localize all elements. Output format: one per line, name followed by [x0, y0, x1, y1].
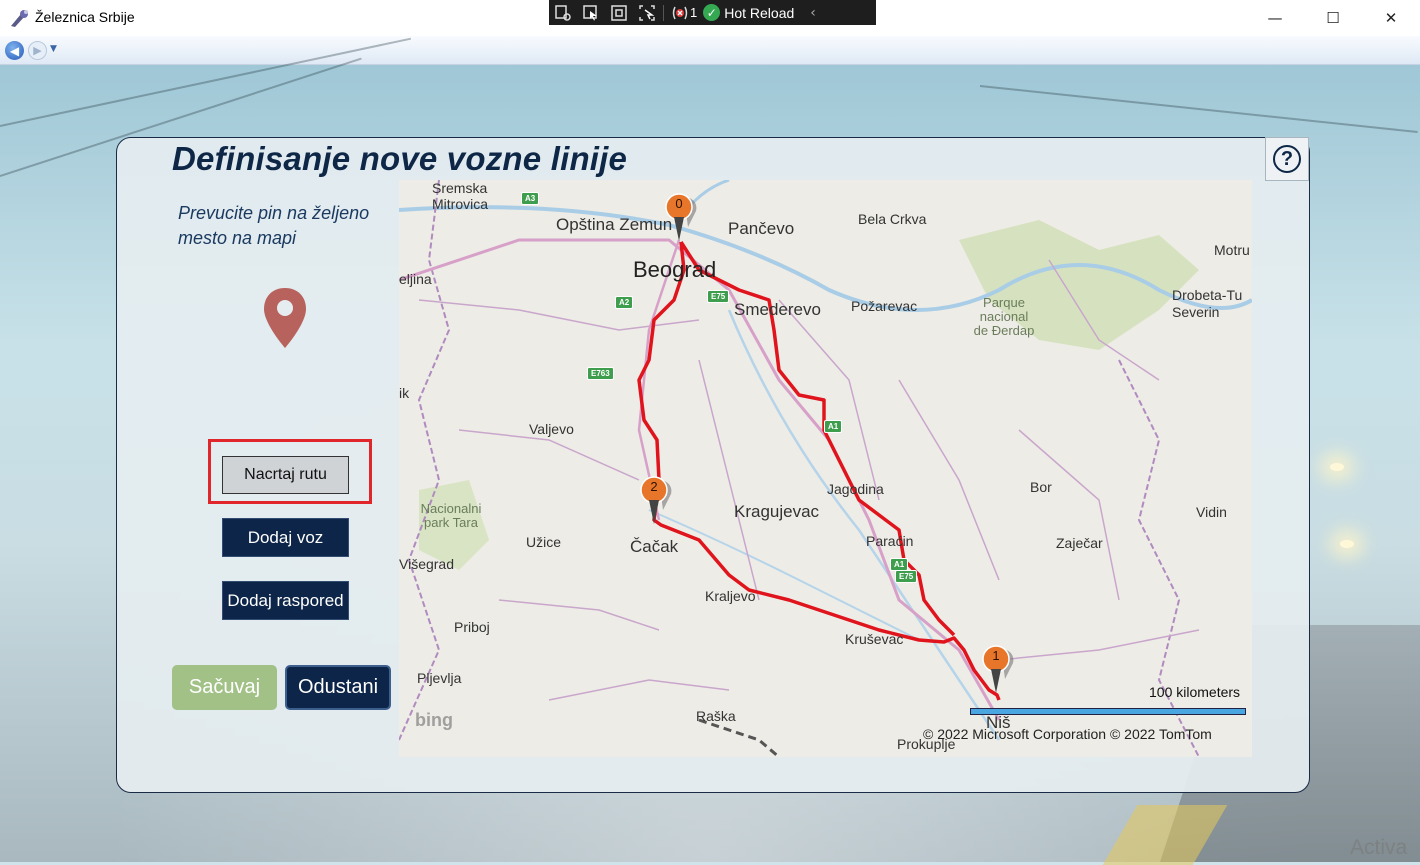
map-copyright: © 2022 Microsoft Corporation © 2022 TomT…	[923, 726, 1212, 742]
map-place-label: Motru	[1214, 242, 1250, 258]
map-place-label: Priboj	[454, 619, 490, 635]
maximize-button[interactable]: ☐	[1310, 0, 1356, 36]
map-place-label: Raška	[696, 708, 736, 724]
map-place-label: Pljevlja	[417, 670, 462, 686]
map-place-label: Paraćin	[866, 533, 914, 549]
app-icon	[11, 10, 28, 27]
overhead-wire	[979, 85, 1418, 133]
map-place-label: Bela Crkva	[858, 211, 927, 227]
track-focus-button[interactable]	[633, 0, 661, 25]
road-shield: E75	[707, 290, 730, 303]
window-title: Železnica Srbije	[35, 9, 135, 25]
forward-button[interactable]: ▶	[28, 41, 47, 60]
map-place-label: Jagodina	[827, 481, 884, 497]
maximize-icon: ☐	[1326, 9, 1340, 27]
history-dropdown-icon[interactable]: ▼	[50, 44, 57, 54]
map-view[interactable]: A3 A1 A2 E75 E763 A1 E75 Sremska Mitrovi…	[399, 180, 1252, 757]
select-element-button[interactable]	[577, 0, 605, 25]
map-place-label: Kraljevo	[705, 588, 756, 604]
check-icon: ✓	[703, 4, 721, 21]
map-place-label: Smederevo	[734, 300, 821, 319]
map-place-label: Vidin	[1196, 504, 1227, 520]
map-place-label: Višegrad	[399, 556, 455, 572]
road-shield: A3	[521, 192, 540, 205]
add-schedule-button[interactable]: Dodaj raspored	[222, 581, 349, 620]
visual-tree-icon	[555, 4, 571, 21]
instruction-text: Prevucite pin na željeno mesto na mapi	[178, 203, 370, 248]
road-shield: A1	[824, 420, 843, 433]
route-pin-2[interactable]: 2	[639, 474, 675, 526]
map-place-label: Sremska Mitrovica	[432, 180, 489, 212]
map-place-label: Zaječar	[1056, 535, 1103, 551]
toolbar-separator	[663, 4, 664, 21]
map-place-label: Parque nacional de Đerdap	[973, 295, 1035, 338]
debug-toolbar: 1 ✓ Hot Reload ‹	[549, 0, 876, 25]
navigation-bar: ◀ ▶ ▼	[0, 36, 1420, 65]
route-pin-1[interactable]: 1	[981, 643, 1017, 695]
map-place-label: eljina	[399, 271, 432, 287]
map-place-label: Pančevo	[728, 219, 795, 238]
arrow-left-icon: ◀	[9, 43, 20, 58]
binding-failure-icon	[672, 6, 688, 19]
map-place-label: Užice	[526, 534, 562, 550]
help-button[interactable]: ?	[1265, 137, 1309, 181]
map-place-label: Čačak	[630, 537, 679, 556]
road-shield: E763	[587, 367, 614, 380]
display-adorners-button[interactable]	[605, 0, 633, 25]
draw-route-button[interactable]: Nacrtaj rutu	[222, 456, 349, 494]
hot-reload-label: Hot Reload	[724, 4, 795, 21]
map-place-label: Drobeta-Tu Severin	[1172, 287, 1243, 320]
road-shield: A2	[615, 296, 634, 309]
map-scale-bar	[970, 708, 1246, 715]
save-button[interactable]: Sačuvaj	[172, 665, 277, 710]
map-place-label: Bor	[1030, 479, 1052, 495]
arrow-right-icon: ▶	[33, 44, 42, 57]
route-pin-0[interactable]: 0	[664, 191, 700, 243]
lamp	[1330, 463, 1344, 471]
minimize-icon: —	[1267, 9, 1283, 27]
road-shield: E75	[895, 570, 918, 583]
help-icon: ?	[1273, 145, 1301, 173]
back-button[interactable]: ◀	[5, 41, 24, 60]
map-base-layer	[399, 180, 1252, 757]
map-place-label: Požarevac	[851, 298, 918, 314]
live-visual-tree-button[interactable]	[549, 0, 577, 25]
collapse-toolbar-icon[interactable]: ‹	[810, 5, 816, 21]
map-place-label: Kruševac	[845, 631, 904, 647]
cancel-button[interactable]: Odustani	[285, 665, 391, 710]
draggable-pin-icon[interactable]	[262, 286, 308, 350]
binding-failure-count: 1	[690, 5, 698, 20]
close-icon: ✕	[1384, 9, 1398, 27]
close-button[interactable]: ✕	[1368, 0, 1414, 36]
page-title: Definisanje nove vozne linije	[172, 140, 628, 177]
pin-number: 0	[675, 196, 683, 211]
pin-number: 1	[992, 648, 1000, 663]
cursor-select-icon	[583, 4, 597, 20]
hot-reload-status[interactable]: ✓ Hot Reload	[703, 4, 794, 21]
lamp	[1340, 540, 1354, 548]
activation-watermark: Activa	[1350, 836, 1408, 859]
bing-logo: bing	[415, 710, 453, 730]
map-place-label: Kragujevac	[734, 502, 820, 521]
map-place-label: Valjevo	[529, 421, 574, 437]
track-focus-icon	[639, 4, 655, 21]
adorner-icon	[611, 4, 627, 21]
map-scale-label: 100 kilometers	[1149, 684, 1241, 700]
map-place-label: Nacionalni park Tara	[420, 501, 482, 530]
map-place-label: ik	[399, 385, 410, 401]
map-place-label: Beograd	[633, 257, 717, 282]
pin-number: 2	[650, 479, 658, 494]
minimize-button[interactable]: —	[1252, 0, 1298, 36]
add-train-button[interactable]: Dodaj voz	[222, 518, 349, 557]
map-place-label: Opština Zemun	[556, 215, 673, 234]
